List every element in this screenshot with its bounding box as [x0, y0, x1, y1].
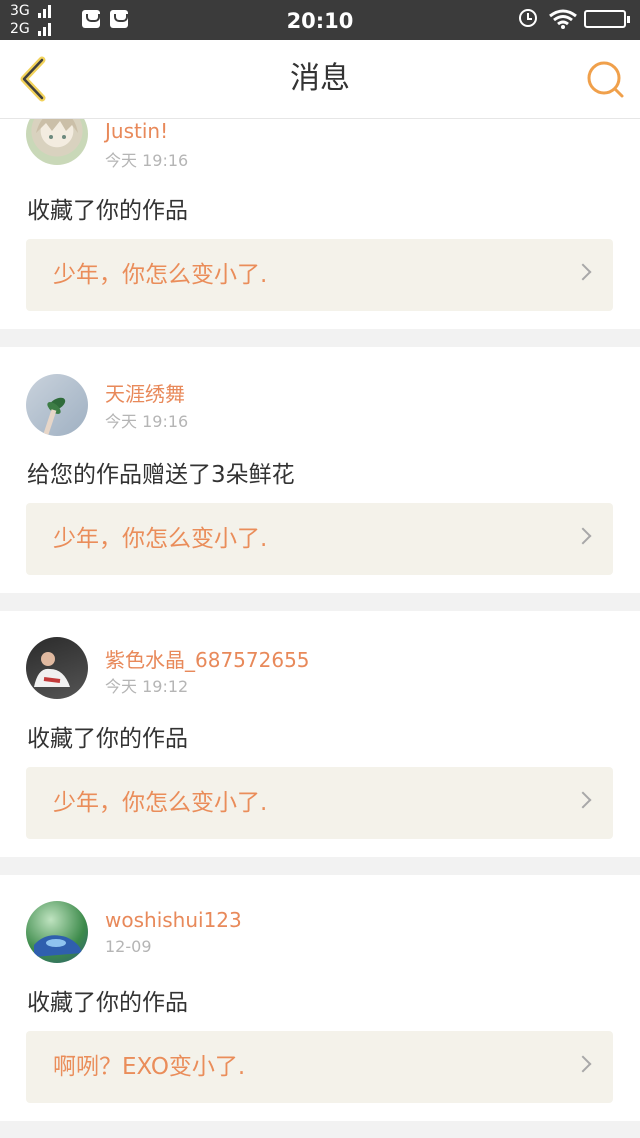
message-card: Justin! 今天 19:16 收藏了你的作品 少年，你怎么变小了.	[0, 119, 640, 329]
chevron-right-icon	[574, 527, 592, 545]
message-action: 收藏了你的作品	[27, 726, 188, 752]
work-title: 少年，你怎么变小了.	[53, 262, 268, 288]
message-time: 今天 19:12	[105, 677, 189, 696]
message-time: 12-09	[105, 937, 152, 956]
page-title: 消息	[290, 61, 350, 96]
wifi-icon	[549, 9, 577, 29]
avatar-illustration	[34, 935, 82, 957]
work-title: 少年，你怎么变小了.	[53, 526, 268, 552]
avatar-illustration	[34, 652, 70, 687]
message-action: 收藏了你的作品	[27, 198, 188, 224]
header-bar: 消息	[0, 40, 640, 119]
avatar-illustration	[43, 397, 66, 435]
work-link[interactable]: 啊咧？EXO变小了.	[26, 1031, 613, 1103]
message-action: 给您的作品赠送了3朵鲜花	[27, 462, 295, 488]
user-avatar[interactable]	[26, 119, 88, 165]
message-list: Justin! 今天 19:16 收藏了你的作品 少年，你怎么变小了. 天涯绣舞…	[0, 119, 640, 1138]
back-button[interactable]	[12, 54, 60, 104]
work-link[interactable]: 少年，你怎么变小了.	[26, 767, 613, 839]
status-bar: 3G 2G 20:10	[0, 0, 640, 40]
message-time: 今天 19:16	[105, 412, 189, 431]
username[interactable]: 天涯绣舞	[105, 378, 185, 407]
username[interactable]: woshishui123	[105, 908, 242, 932]
work-link[interactable]: 少年，你怎么变小了.	[26, 239, 613, 311]
alarm-icon	[519, 9, 537, 27]
avatar-illustration	[36, 119, 78, 139]
chevron-right-icon	[574, 1055, 592, 1073]
work-title: 少年，你怎么变小了.	[53, 790, 268, 816]
username[interactable]: 紫色水晶_687572655	[105, 644, 310, 673]
user-avatar[interactable]	[26, 374, 88, 436]
user-avatar[interactable]	[26, 637, 88, 699]
battery-icon	[584, 10, 630, 28]
status-time: 20:10	[286, 9, 354, 33]
message-card: 天涯绣舞 今天 19:16 给您的作品赠送了3朵鲜花 少年，你怎么变小了.	[0, 347, 640, 593]
username[interactable]: Justin!	[105, 119, 168, 143]
message-card: woshishui123 12-09 收藏了你的作品 啊咧？EXO变小了.	[0, 875, 640, 1121]
message-card: 紫色水晶_687572655 今天 19:12 收藏了你的作品 少年，你怎么变小…	[0, 611, 640, 857]
message-action: 收藏了你的作品	[27, 990, 188, 1016]
chevron-right-icon	[574, 263, 592, 281]
message-time: 今天 19:16	[105, 151, 189, 170]
work-title: 啊咧？EXO变小了.	[53, 1054, 246, 1080]
chevron-left-icon	[20, 56, 46, 102]
search-icon	[587, 61, 624, 98]
work-link[interactable]: 少年，你怎么变小了.	[26, 503, 613, 575]
chevron-right-icon	[574, 791, 592, 809]
user-avatar[interactable]	[26, 901, 88, 963]
search-button[interactable]	[584, 58, 626, 100]
